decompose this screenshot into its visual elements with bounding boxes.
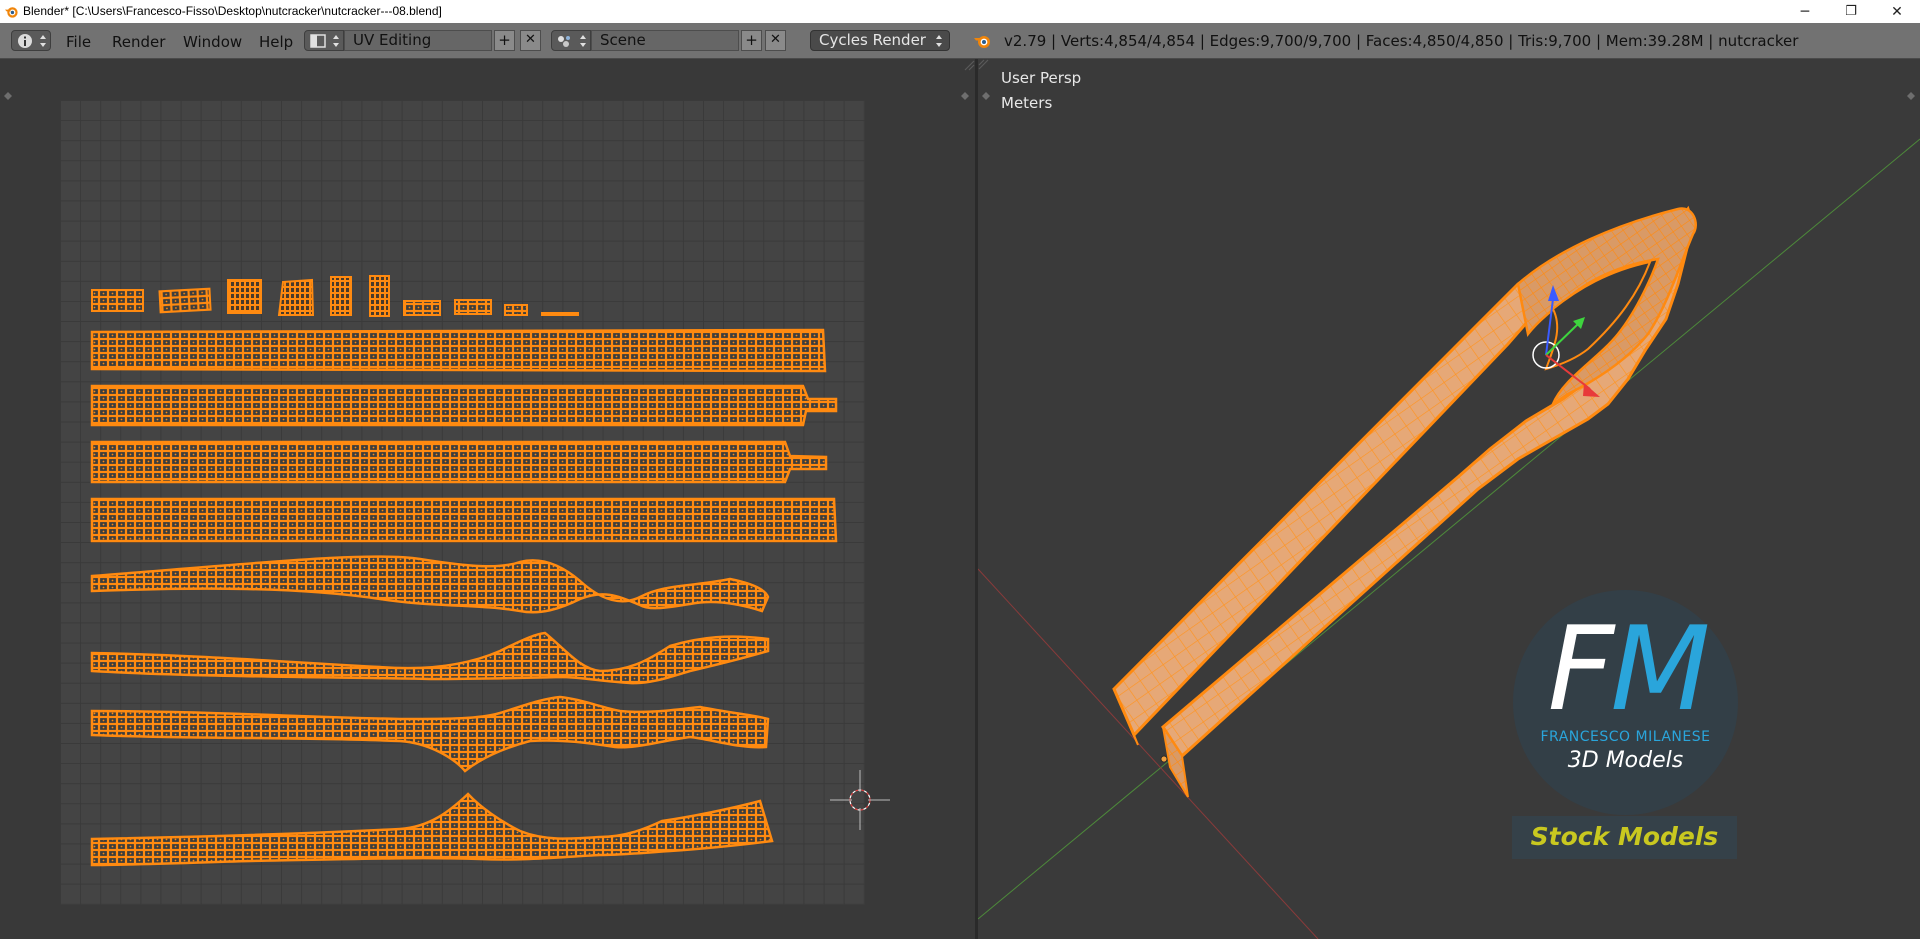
add-scene-button[interactable]: +	[741, 30, 762, 51]
scene-statistics: v2.79 | Verts:4,854/4,854 | Edges:9,700/…	[1004, 32, 1799, 50]
updown-arrows-icon	[580, 35, 586, 47]
render-engine-label: Cycles Render	[819, 31, 926, 49]
updown-arrows-icon	[40, 35, 46, 47]
menu-file[interactable]: File	[66, 33, 91, 51]
info-header: File Render Window Help UV Editing + ✕ S…	[0, 23, 1920, 59]
watermark-tagline: Stock Models	[1530, 822, 1719, 851]
uv-island	[454, 299, 492, 315]
uv-island	[541, 312, 579, 316]
logo-letter-m: M	[1610, 602, 1710, 737]
uv-island	[369, 275, 390, 317]
watermark-fm-logo: FM	[1532, 612, 1722, 728]
x-axis-line	[978, 568, 1319, 939]
uv-island	[90, 440, 828, 484]
watermark-author-name: FRANCESCO MILANESE	[1540, 729, 1711, 745]
uv-island	[504, 304, 528, 316]
minimize-button[interactable]: ─	[1782, 0, 1828, 23]
scene-name-field[interactable]: Scene	[591, 30, 739, 51]
uv-island	[90, 328, 827, 373]
y-axis-line	[978, 138, 1920, 920]
uv-island	[227, 279, 262, 314]
uv-small-islands	[91, 275, 579, 317]
watermark-subtitle: 3D Models	[1567, 748, 1684, 773]
screen-layout-name-field[interactable]: UV Editing	[344, 30, 492, 51]
2d-cursor-icon[interactable]	[828, 768, 892, 832]
window-title: Blender* [C:\Users\Francesco-Fisso\Deskt…	[23, 4, 442, 18]
uv-strip-islands	[90, 328, 838, 543]
editor-type-selector[interactable]	[11, 30, 51, 51]
uv-island	[330, 276, 352, 316]
uv-image-editor[interactable]	[0, 59, 975, 939]
updown-arrows-icon	[936, 35, 942, 47]
remove-scene-button[interactable]: ✕	[765, 30, 786, 51]
uv-island	[403, 300, 441, 316]
uv-island	[158, 287, 212, 314]
restore-button[interactable]: ❐	[1828, 0, 1874, 23]
window-titlebar: Blender* [C:\Users\Francesco-Fisso\Deskt…	[0, 0, 1920, 24]
screen-layout-selector[interactable]	[304, 30, 344, 51]
origin-dot	[1160, 755, 1168, 763]
logo-letter-f: F	[1547, 602, 1615, 737]
scene-icon	[558, 36, 570, 47]
3d-viewport[interactable]: User Persp Meters	[978, 59, 1920, 939]
blender-logo-icon	[4, 7, 18, 18]
screen-layout-icon	[310, 34, 326, 48]
uv-island	[91, 289, 144, 312]
uv-island	[90, 631, 770, 685]
uv-island	[90, 497, 838, 543]
render-engine-dropdown[interactable]: Cycles Render	[810, 30, 950, 51]
uv-island	[90, 695, 770, 773]
menu-window[interactable]: Window	[183, 33, 242, 51]
blender-logo-icon	[974, 36, 990, 48]
menu-render[interactable]: Render	[112, 33, 165, 51]
scene-selector[interactable]	[551, 30, 591, 51]
uv-island	[277, 278, 315, 316]
uv-arm-islands	[90, 555, 774, 867]
menu-help[interactable]: Help	[259, 33, 293, 51]
add-screen-button[interactable]: +	[494, 30, 515, 51]
close-button[interactable]: ✕	[1874, 0, 1920, 23]
remove-screen-button[interactable]: ✕	[520, 30, 541, 51]
uv-island	[90, 792, 774, 867]
info-icon	[18, 34, 32, 48]
uv-island	[90, 555, 770, 614]
uv-island	[90, 384, 838, 427]
updown-arrows-icon	[333, 35, 339, 47]
viewport-scene	[978, 138, 1920, 939]
